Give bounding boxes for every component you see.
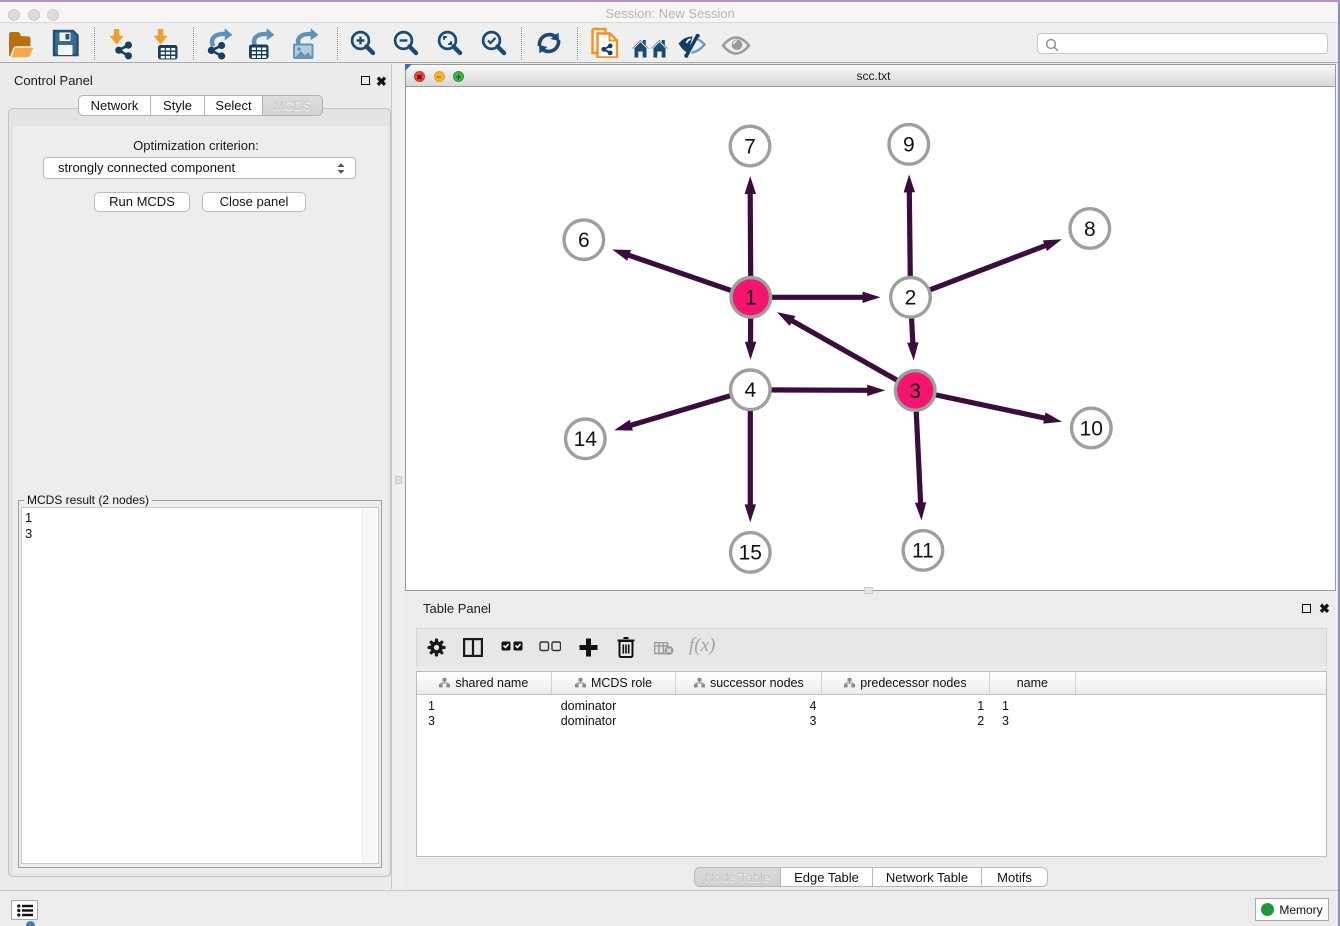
svg-text:15: 15	[739, 542, 762, 565]
svg-text:14: 14	[574, 428, 598, 451]
svg-text:2: 2	[905, 287, 917, 310]
svg-text:6: 6	[578, 229, 590, 252]
svg-text:11: 11	[912, 540, 934, 563]
svg-text:1: 1	[745, 287, 757, 310]
svg-text:10: 10	[1080, 417, 1103, 440]
svg-text:4: 4	[744, 379, 756, 402]
svg-text:9: 9	[903, 134, 915, 157]
svg-text:3: 3	[909, 380, 921, 403]
svg-text:7: 7	[744, 135, 756, 158]
svg-text:8: 8	[1084, 218, 1096, 241]
